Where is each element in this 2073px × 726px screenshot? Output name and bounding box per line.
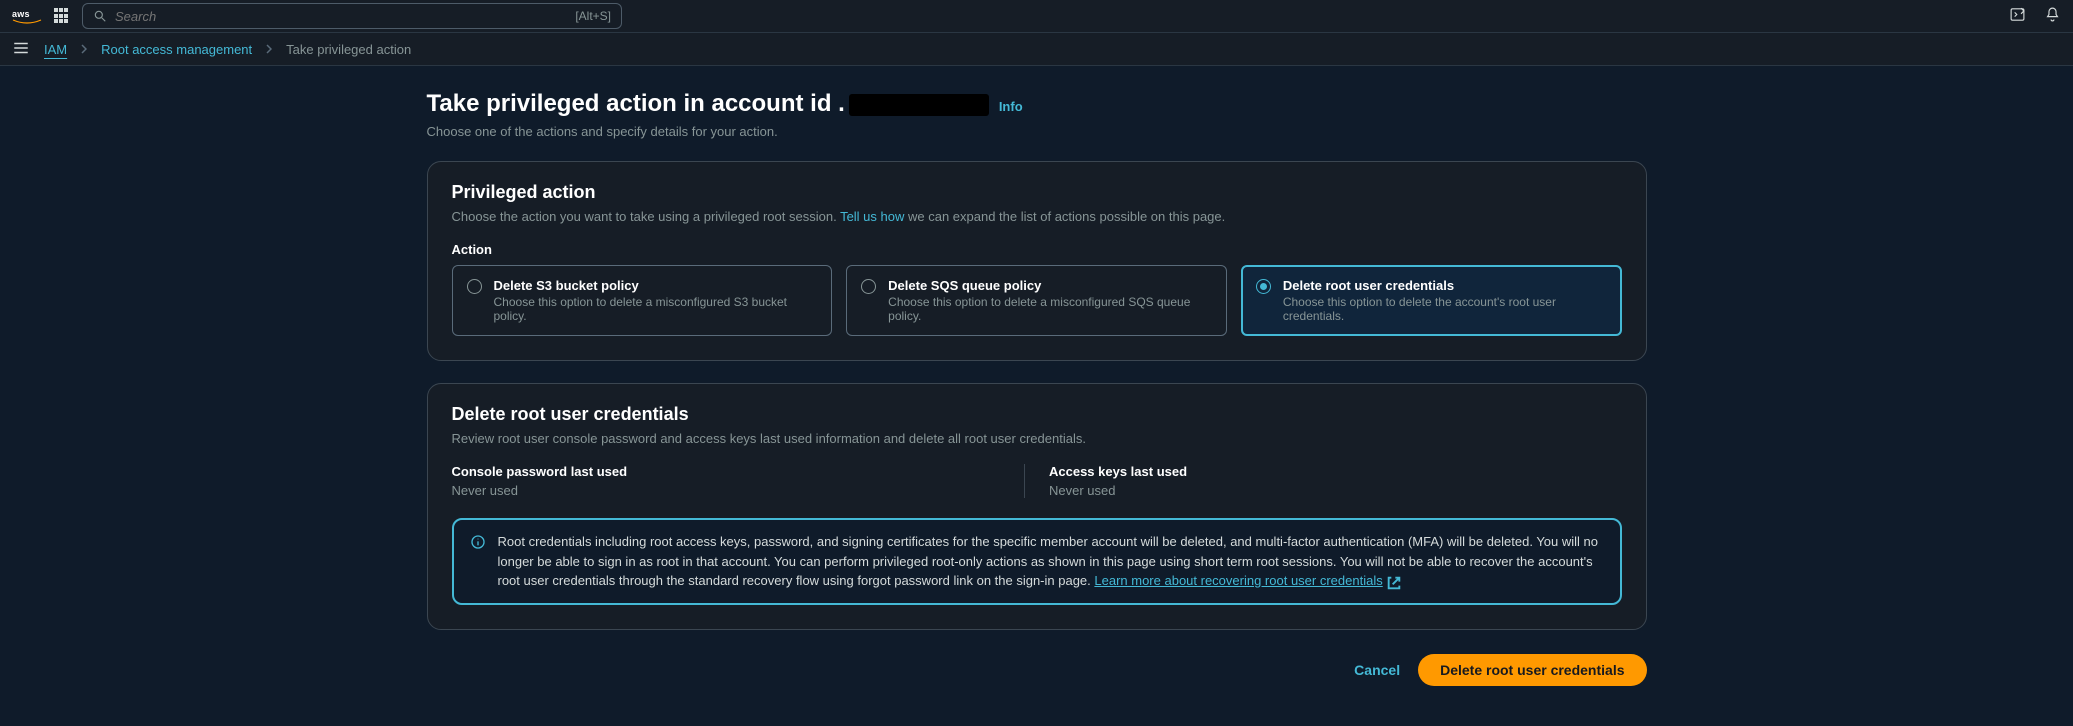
action-options: Delete S3 bucket policy Choose this opti… [452, 265, 1622, 336]
chevron-right-icon [81, 44, 87, 54]
action-option-s3[interactable]: Delete S3 bucket policy Choose this opti… [452, 265, 833, 336]
credentials-columns: Console password last used Never used Ac… [452, 464, 1622, 498]
chevron-right-icon [266, 44, 272, 54]
tell-us-how-link[interactable]: Tell us how [840, 209, 904, 224]
panel-heading: Delete root user credentials [452, 404, 1622, 425]
breadcrumb-bar: IAM Root access management Take privileg… [0, 33, 2073, 66]
info-alert: Root credentials including root access k… [452, 518, 1622, 605]
footer-buttons: Cancel Delete root user credentials [427, 654, 1647, 686]
delete-credentials-panel: Delete root user credentials Review root… [427, 383, 1647, 630]
access-keys-col: Access keys last used Never used [1024, 464, 1622, 498]
top-header: aws [Alt+S] [0, 0, 2073, 33]
col-label: Console password last used [452, 464, 1025, 479]
header-right-icons [2009, 6, 2061, 26]
radio-icon [861, 279, 876, 294]
option-desc: Choose this option to delete a misconfig… [494, 295, 818, 323]
radio-icon [1256, 279, 1271, 294]
svg-text:aws: aws [12, 9, 30, 19]
action-option-sqs[interactable]: Delete SQS queue policy Choose this opti… [846, 265, 1227, 336]
console-password-col: Console password last used Never used [452, 464, 1025, 498]
option-desc: Choose this option to delete the account… [1283, 295, 1607, 323]
option-title: Delete root user credentials [1283, 278, 1607, 293]
breadcrumb-root-access[interactable]: Root access management [101, 42, 252, 57]
external-link-icon [1386, 575, 1402, 591]
action-label: Action [452, 242, 1622, 257]
privileged-action-panel: Privileged action Choose the action you … [427, 161, 1647, 361]
page-subtitle: Choose one of the actions and specify de… [427, 124, 1647, 139]
main-content: Take privileged action in account id . I… [0, 66, 2073, 726]
info-icon [470, 534, 486, 550]
notifications-icon[interactable] [2044, 6, 2061, 26]
alert-text: Root credentials including root access k… [498, 532, 1604, 591]
option-desc: Choose this option to delete a misconfig… [888, 295, 1212, 323]
learn-more-link[interactable]: Learn more about recovering root user cr… [1094, 573, 1401, 588]
delete-credentials-button[interactable]: Delete root user credentials [1418, 654, 1646, 686]
option-title: Delete S3 bucket policy [494, 278, 818, 293]
services-grid-icon[interactable] [54, 8, 70, 24]
aws-logo[interactable]: aws [12, 7, 42, 25]
nav-menu-icon[interactable] [12, 39, 30, 60]
breadcrumb-current: Take privileged action [286, 42, 411, 57]
action-option-root-creds[interactable]: Delete root user credentials Choose this… [1241, 265, 1622, 336]
redacted-account-id [849, 94, 989, 116]
info-link[interactable]: Info [999, 99, 1023, 114]
cloudshell-icon[interactable] [2009, 6, 2026, 26]
page-title: Take privileged action in account id . [427, 90, 989, 118]
search-shortcut: [Alt+S] [575, 9, 611, 23]
col-label: Access keys last used [1049, 464, 1622, 479]
radio-icon [467, 279, 482, 294]
page-title-row: Take privileged action in account id . I… [427, 90, 1647, 118]
panel-description: Review root user console password and ac… [452, 431, 1622, 446]
search-icon [93, 9, 107, 23]
breadcrumb-iam[interactable]: IAM [44, 42, 67, 57]
panel-heading: Privileged action [452, 182, 1622, 203]
panel-description: Choose the action you want to take using… [452, 209, 1622, 224]
global-search[interactable]: [Alt+S] [82, 3, 622, 29]
cancel-button[interactable]: Cancel [1350, 654, 1404, 686]
option-title: Delete SQS queue policy [888, 278, 1212, 293]
col-value: Never used [1049, 483, 1622, 498]
col-value: Never used [452, 483, 1025, 498]
search-input[interactable] [107, 9, 575, 24]
